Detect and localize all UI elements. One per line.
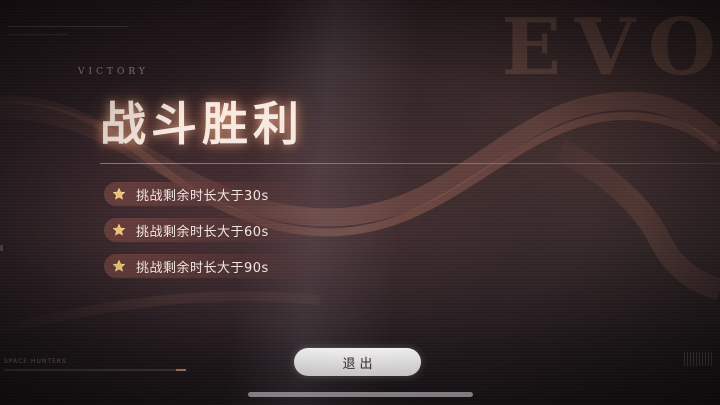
condition-item: 挑战剩余时长大于60s [104, 218, 334, 242]
decor-tick [0, 245, 3, 251]
decor-dots [684, 352, 714, 366]
condition-text: 挑战剩余时长大于30s [136, 188, 269, 204]
condition-text: 挑战剩余时长大于60s [136, 224, 269, 240]
progress-fill [176, 369, 186, 371]
title-divider [100, 163, 720, 164]
home-indicator[interactable] [248, 392, 473, 397]
evo-watermark: EVO [501, 2, 720, 93]
condition-item: 挑战剩余时长大于30s [104, 182, 334, 206]
star-icon [112, 187, 126, 200]
victory-title: 战斗胜利 [100, 97, 304, 151]
star-icon [112, 259, 126, 272]
exit-button[interactable]: 退出 [294, 348, 421, 376]
exit-button-label: 退出 [342, 356, 377, 372]
decor-line [8, 34, 68, 35]
star-icon [112, 223, 126, 236]
corner-label: SPACE HUNTERS [4, 358, 67, 365]
star-conditions-list: 挑战剩余时长大于30s 挑战剩余时长大于60s 挑战剩余时长大于90s [104, 182, 334, 290]
decor-line [8, 26, 128, 27]
condition-item: 挑战剩余时长大于90s [104, 254, 334, 278]
condition-text: 挑战剩余时长大于90s [136, 260, 269, 276]
battle-result-screen: EVO VICTORY 战斗胜利 挑战剩余时长大于30s 挑战剩余时长大于60s… [0, 0, 720, 405]
victory-subtitle: VICTORY [78, 67, 149, 77]
progress-track [4, 369, 186, 371]
